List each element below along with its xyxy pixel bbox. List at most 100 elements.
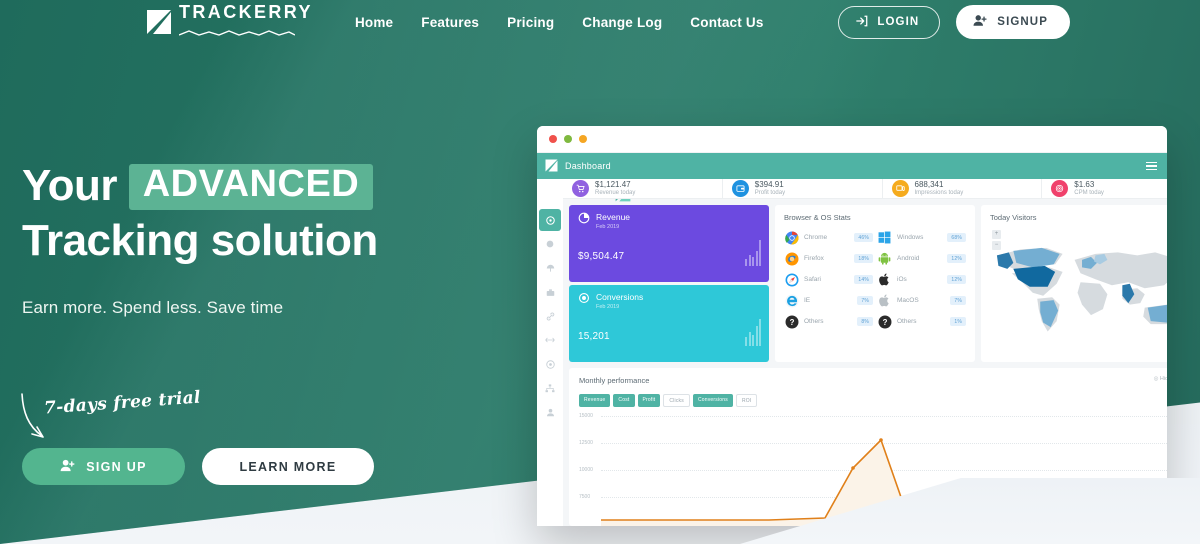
- mockup-body: $1,121.47 Revenue today $394.91 Profit t…: [537, 179, 1167, 526]
- os-stats-column: Windows 68% Android 12% iOs 12% MacOS 7%…: [877, 230, 966, 329]
- os-name: Android: [897, 255, 920, 262]
- hamburger-icon[interactable]: [1146, 161, 1157, 171]
- kpi-title: Revenue: [596, 212, 631, 222]
- world-map[interactable]: + −: [990, 230, 1167, 344]
- firefox-icon: [784, 251, 799, 266]
- os-pct: 1%: [950, 317, 966, 326]
- stat-cards-strip: $1,121.47 Revenue today $394.91 Profit t…: [563, 179, 1167, 199]
- list-item[interactable]: iOs 12%: [877, 272, 966, 287]
- window-close-dot[interactable]: [549, 135, 557, 143]
- windows-icon: [877, 230, 892, 245]
- list-item[interactable]: ? Others 8%: [784, 314, 873, 329]
- y-axis-tick: 12500: [579, 440, 593, 446]
- chip-revenue[interactable]: Revenue: [579, 394, 611, 407]
- os-name: Windows: [897, 234, 924, 241]
- chip-clicks[interactable]: Clicks: [663, 394, 690, 407]
- nav-actions: LOGIN SIGNUP: [838, 5, 1070, 39]
- y-axis-tick: 10000: [579, 467, 593, 473]
- monitor-icon: [891, 180, 909, 197]
- wallet-icon: [731, 180, 749, 197]
- browser-stats-column: Chrome 46% Firefox 18% Safari 14% IE 7% …: [784, 230, 873, 329]
- panel-title: Browser & OS Stats: [784, 213, 851, 222]
- trackerry-logo-icon: [545, 159, 558, 174]
- sidebar-item-briefcase[interactable]: [539, 281, 561, 303]
- apple-macos-icon: [877, 293, 892, 308]
- sidebar-item-resize[interactable]: [539, 329, 561, 351]
- mockup-sidebar: [537, 179, 631, 526]
- os-pct: 7%: [950, 296, 966, 305]
- browser-name: Chrome: [804, 234, 828, 241]
- stat-card-profit-today[interactable]: $394.91 Profit today: [723, 179, 883, 198]
- nav-item-contact-us[interactable]: Contact Us: [676, 9, 777, 36]
- mockup-main: $1,121.47 Revenue today $394.91 Profit t…: [563, 179, 1167, 526]
- browser-name: Firefox: [804, 255, 824, 262]
- page-title: Your ADVANCED: [22, 158, 378, 213]
- list-item[interactable]: Chrome 46%: [784, 230, 873, 245]
- hide-chart-button[interactable]: ◎ Hide chart: [1154, 376, 1167, 382]
- trackerry-logo-icon: [146, 9, 172, 35]
- window-maximize-dot[interactable]: [579, 135, 587, 143]
- map-zoom-in-button[interactable]: +: [992, 230, 1001, 239]
- stat-card-revenue-today[interactable]: $1,121.47 Revenue today: [563, 179, 723, 198]
- list-item[interactable]: MacOS 7%: [877, 293, 966, 308]
- brand-logo[interactable]: TRACKERRY: [146, 3, 313, 42]
- hero-signup-button[interactable]: SIGN UP: [22, 448, 185, 485]
- kpi-card-revenue[interactable]: Revenue Feb 2019 $9,504.47: [569, 205, 769, 282]
- sidebar-item-user[interactable]: [539, 401, 561, 423]
- os-pct: 12%: [947, 275, 966, 284]
- nav-item-features[interactable]: Features: [407, 9, 493, 36]
- stat-card-cpm-today[interactable]: $1.63 CPM today ↻: [1042, 179, 1167, 198]
- stat-label: Impressions today: [914, 189, 964, 196]
- list-item[interactable]: Safari 14%: [784, 272, 873, 287]
- pie-chart-icon: [578, 212, 590, 226]
- headline-part-2: Tracking solution: [22, 216, 378, 266]
- minus-circle-icon: ◎: [1153, 376, 1159, 382]
- os-name: Others: [897, 318, 917, 325]
- kpi-title: Conversions: [596, 292, 644, 302]
- stat-card-impressions-today[interactable]: 688,341 Impressions today: [883, 179, 1043, 198]
- headline-part-1: Your: [22, 161, 117, 210]
- chart-title: Monthly performance: [579, 376, 650, 385]
- signup-button[interactable]: SIGNUP: [956, 5, 1070, 39]
- sidebar-item-target[interactable]: [539, 353, 561, 375]
- window-minimize-dot[interactable]: [564, 135, 572, 143]
- map-zoom-out-button[interactable]: −: [992, 241, 1001, 250]
- list-item[interactable]: ? Others 1%: [877, 314, 966, 329]
- sidebar-item-link[interactable]: [539, 305, 561, 327]
- hero-cta-group: SIGN UP LEARN MORE: [22, 448, 374, 485]
- world-map-svg: [996, 247, 1167, 332]
- sidebar-item-dashboard[interactable]: [539, 209, 561, 231]
- stat-label: Profit today: [754, 189, 786, 196]
- chip-profit[interactable]: Profit: [637, 394, 661, 407]
- list-item[interactable]: Windows 68%: [877, 230, 966, 245]
- chip-cost[interactable]: Cost: [613, 394, 635, 407]
- hero-learn-more-button[interactable]: LEARN MORE: [202, 448, 374, 485]
- svg-text:?: ?: [882, 318, 887, 327]
- sidebar-item-circle[interactable]: [539, 233, 561, 255]
- mockup-header-title: Dashboard: [565, 161, 611, 171]
- kpi-column: Revenue Feb 2019 $9,504.47 Conversions F…: [569, 205, 769, 362]
- list-item[interactable]: Firefox 18%: [784, 251, 873, 266]
- panel-title: Today Visitors: [990, 213, 1037, 222]
- hide-chart-label: Hide chart: [1159, 376, 1167, 382]
- kpi-card-conversions[interactable]: Conversions Feb 2019 15,201: [569, 285, 769, 362]
- sidebar-item-sitemap[interactable]: [539, 377, 561, 399]
- chip-roi[interactable]: ROI: [735, 394, 758, 407]
- headline-highlight: ADVANCED: [128, 164, 374, 210]
- nav-item-pricing[interactable]: Pricing: [493, 9, 568, 36]
- list-item[interactable]: Android 12%: [877, 251, 966, 266]
- nav-item-home[interactable]: Home: [341, 9, 407, 36]
- kpi-sparkline: [745, 319, 761, 346]
- browser-name: IE: [804, 297, 811, 304]
- target-icon: [578, 292, 590, 306]
- y-axis-tick: 7500: [579, 494, 591, 500]
- sidebar-item-umbrella[interactable]: [539, 257, 561, 279]
- list-item[interactable]: IE 7%: [784, 293, 873, 308]
- chip-conversions[interactable]: Conversions: [692, 394, 733, 407]
- dashboard-mockup: Dashboard $1,121.47 Revenue today $394.9…: [537, 126, 1167, 526]
- nav-item-change-log[interactable]: Change Log: [568, 9, 676, 36]
- nav-links: Home Features Pricing Change Log Contact…: [341, 9, 778, 36]
- login-button[interactable]: LOGIN: [838, 5, 941, 39]
- os-name: iOs: [897, 276, 907, 283]
- stat-value: 688,341: [914, 179, 944, 189]
